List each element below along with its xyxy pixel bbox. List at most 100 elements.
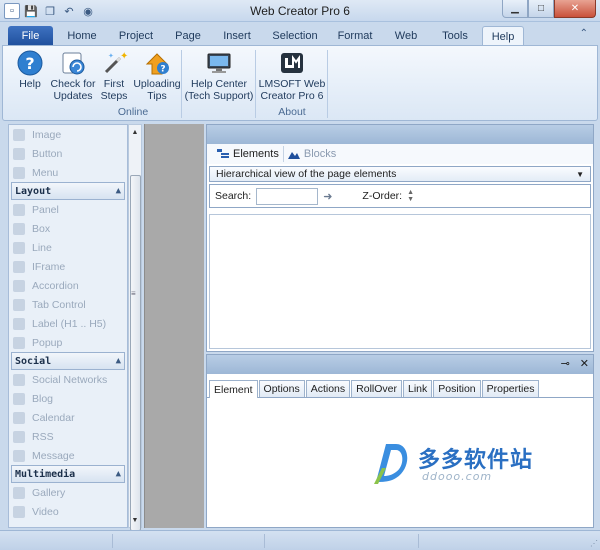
status-separator <box>112 534 113 548</box>
first-steps-label-2: Steps <box>100 90 128 102</box>
button-icon <box>13 147 25 160</box>
toolbox-section-layout[interactable]: Layout ▲ <box>11 182 125 200</box>
tab-element[interactable]: Element <box>209 380 258 398</box>
toolbox-item-label[interactable]: Label (H1 .. H5) <box>9 314 127 333</box>
toolbox-item-iframe[interactable]: IFrame <box>9 257 127 276</box>
toolbox-section-multimedia[interactable]: Multimedia ▲ <box>11 465 125 483</box>
social-networks-icon <box>13 373 25 386</box>
gallery-icon <box>13 486 25 499</box>
lmsoft-about-button[interactable]: LMSOFT Web Creator Pro 6 <box>257 50 327 102</box>
status-separator <box>264 534 265 548</box>
tab-project[interactable]: Project <box>114 26 158 46</box>
pin-icon[interactable]: ⊸ <box>561 357 570 370</box>
scroll-down-arrow-icon[interactable]: ▼ <box>129 513 141 527</box>
collapse-chevron-icon[interactable]: ▲ <box>116 469 121 479</box>
elements-tree[interactable] <box>209 214 591 349</box>
toolbox-item-image[interactable]: Image <box>9 125 127 144</box>
tab-link[interactable]: Link <box>403 380 433 397</box>
collapse-chevron-icon[interactable]: ▲ <box>116 356 121 366</box>
toolbox-item-blog[interactable]: Blog <box>9 389 127 408</box>
tab-format[interactable]: Format <box>334 26 376 46</box>
group-online-label: Online <box>117 106 149 118</box>
calendar-icon <box>13 411 25 424</box>
tab-help[interactable]: Help <box>482 26 524 46</box>
toolbox-item-menu[interactable]: Menu <box>9 163 127 182</box>
tab-web[interactable]: Web <box>390 26 422 46</box>
close-button[interactable]: ✕ <box>554 0 596 18</box>
tab-actions[interactable]: Actions <box>305 380 351 397</box>
maximize-button[interactable]: □ <box>528 0 554 18</box>
toolbox-panel: Image Button Menu Layout ▲ Panel Box Line… <box>8 124 128 528</box>
message-icon <box>13 449 25 462</box>
label-icon <box>13 317 25 330</box>
search-label: Search: <box>215 190 252 202</box>
toolbox-item-tab-control[interactable]: Tab Control <box>9 295 127 314</box>
toolbox-item-popup[interactable]: Popup <box>9 333 127 352</box>
tab-properties[interactable]: Properties <box>481 380 540 397</box>
check-updates-label-2: Updates <box>53 90 93 102</box>
svg-text:?: ? <box>25 54 34 73</box>
image-icon <box>13 128 25 141</box>
zorder-label: Z-Order: <box>362 190 403 202</box>
help-center-button[interactable]: Help Center (Tech Support) <box>183 50 255 102</box>
lmsoft-label-1: LMSOFT Web <box>258 78 326 90</box>
tab-position[interactable]: Position <box>433 380 481 397</box>
search-input[interactable] <box>256 187 319 205</box>
toolbox-item-box[interactable]: Box <box>9 219 127 238</box>
help-center-label-2: (Tech Support) <box>184 90 254 102</box>
svg-text:?: ? <box>160 65 165 75</box>
view-mode-dropdown[interactable]: Hierarchical view of the page elements ▼ <box>209 166 591 182</box>
status-bar: ⋰ <box>0 530 600 550</box>
ribbon-minimize-icon[interactable]: ⌃ <box>580 28 588 39</box>
line-icon <box>13 241 25 254</box>
site-watermark: 多多软件站 ddooo.com <box>372 438 542 488</box>
close-icon[interactable]: ✕ <box>580 357 589 370</box>
tab-elements[interactable]: Elements <box>213 146 283 162</box>
box-icon <box>13 222 25 235</box>
toolbox-item-button[interactable]: Button <box>9 144 127 163</box>
toolbox-item-accordion[interactable]: Accordion <box>9 276 127 295</box>
tab-page[interactable]: Page <box>170 26 206 46</box>
group-about-label: About <box>278 106 306 118</box>
collapse-chevron-icon[interactable]: ▲ <box>116 186 121 196</box>
toolbox-section-social[interactable]: Social ▲ <box>11 352 125 370</box>
first-steps-button[interactable]: ✦ ✦ First Steps <box>97 50 131 102</box>
iframe-icon <box>13 260 25 273</box>
toolbox-item-message[interactable]: Message <box>9 446 127 465</box>
scroll-up-arrow-icon[interactable]: ▲ <box>129 125 141 139</box>
uploading-tips-button[interactable]: ? Uploading Tips <box>133 50 181 102</box>
zorder-arrows-icon[interactable]: ▲ ▼ <box>407 189 414 203</box>
tab-file[interactable]: File <box>8 26 53 46</box>
minimize-button[interactable]: ▁ <box>502 0 528 18</box>
status-separator <box>418 534 419 548</box>
tab-insert[interactable]: Insert <box>218 26 256 46</box>
tab-blocks[interactable]: Blocks <box>282 146 340 162</box>
toolbox-item-social-networks[interactable]: Social Networks <box>9 370 127 389</box>
resize-grip-icon[interactable]: ⋰ <box>590 539 598 548</box>
panel-icon <box>13 203 25 216</box>
ribbon-separator <box>255 50 256 118</box>
tab-options[interactable]: Options <box>258 380 305 397</box>
tab-home[interactable]: Home <box>62 26 102 46</box>
page-canvas-area[interactable] <box>144 124 204 528</box>
accordion-icon <box>13 279 25 292</box>
toolbox-item-rss[interactable]: RSS <box>9 427 127 446</box>
ribbon-separator <box>327 50 328 118</box>
search-go-arrow-icon[interactable]: ➜ <box>323 190 332 203</box>
ribbon-tab-row: File Home Project Page Insert Selection … <box>0 22 600 46</box>
toolbox-item-calendar[interactable]: Calendar <box>9 408 127 427</box>
tab-selection[interactable]: Selection <box>268 26 322 46</box>
help-button[interactable]: ? Help <box>9 50 51 90</box>
monitor-support-icon <box>207 53 231 73</box>
toolbox-item-gallery[interactable]: Gallery <box>9 483 127 502</box>
toolbox-item-panel[interactable]: Panel <box>9 200 127 219</box>
tab-tools[interactable]: Tools <box>436 26 474 46</box>
tab-rollover[interactable]: RollOver <box>351 380 402 397</box>
toolbox-scrollbar[interactable]: ▲ ≡ ▼ <box>128 124 142 531</box>
check-updates-button[interactable]: Check for Updates <box>49 50 97 102</box>
toolbox-item-line[interactable]: Line <box>9 238 127 257</box>
toolbox-item-video[interactable]: Video <box>9 502 127 521</box>
lmsoft-logo-icon <box>281 53 303 73</box>
scrollbar-thumb[interactable] <box>130 175 141 531</box>
svg-text:✦: ✦ <box>120 51 128 62</box>
